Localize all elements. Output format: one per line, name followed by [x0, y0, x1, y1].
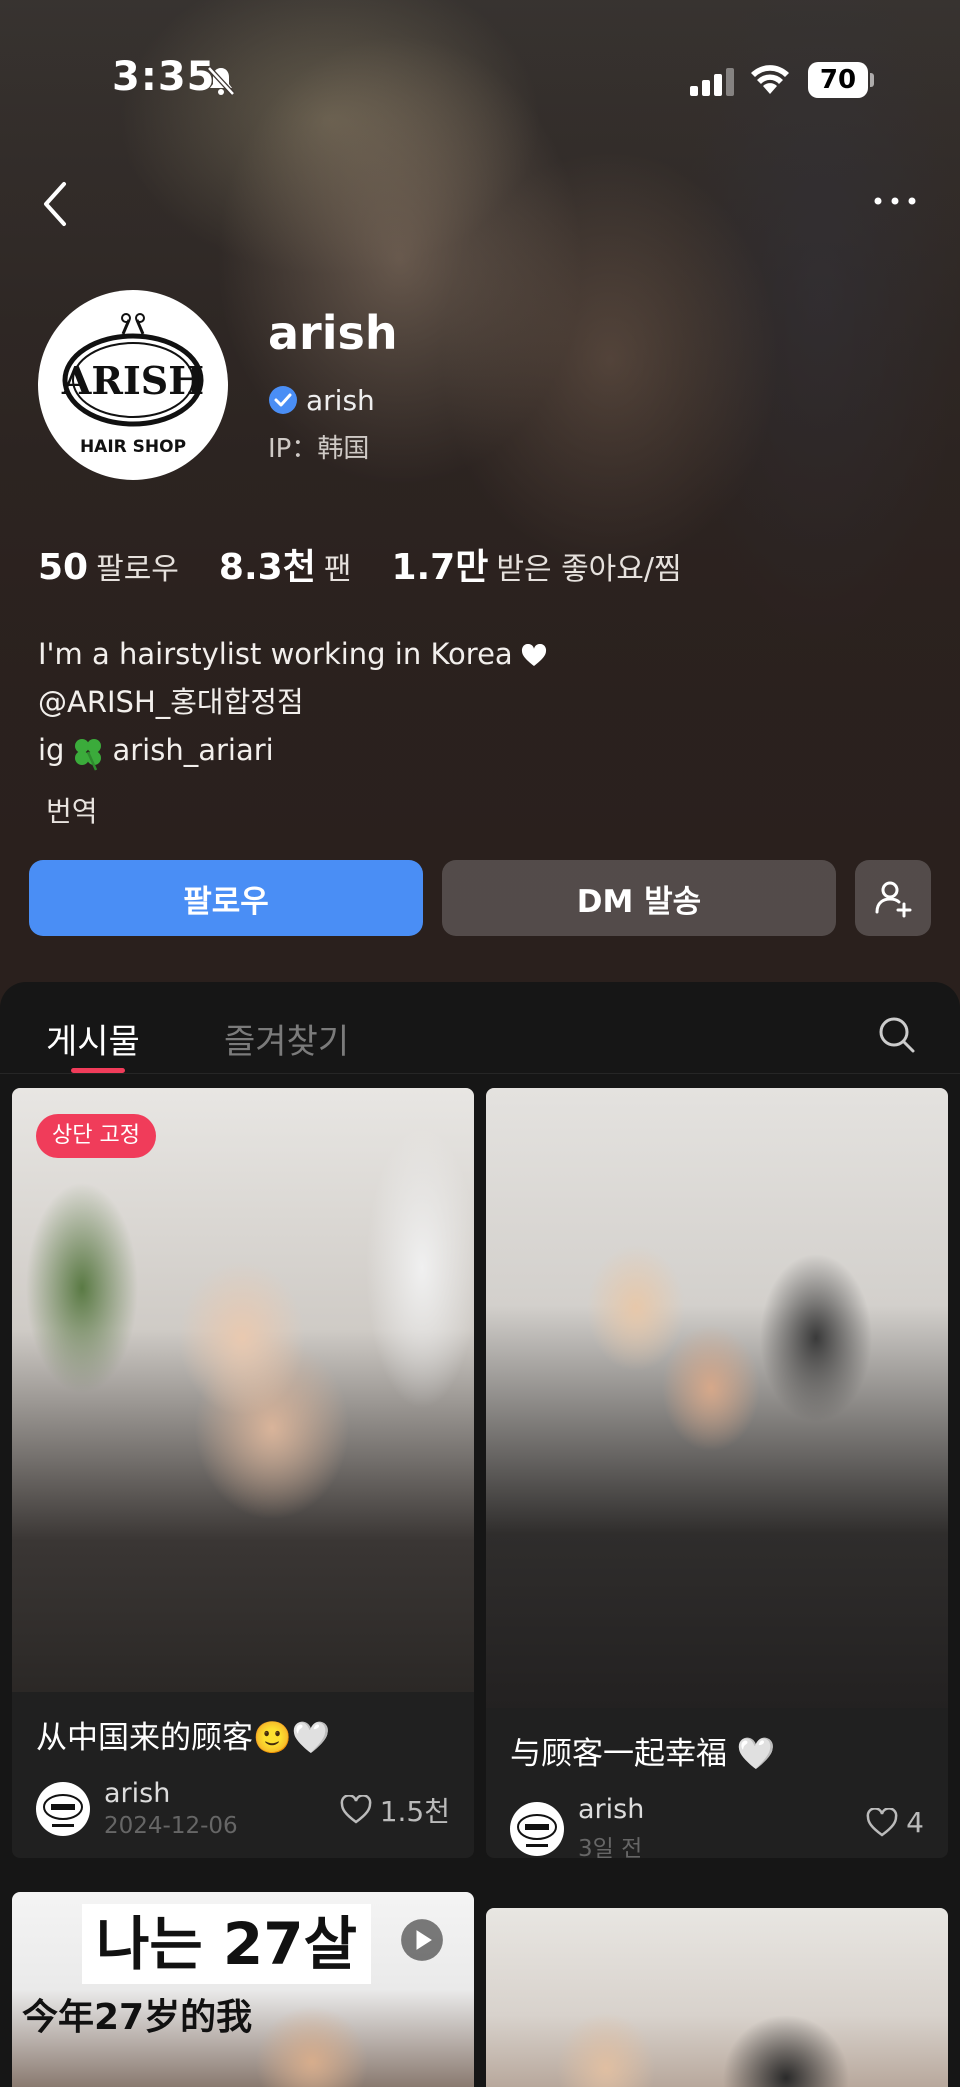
follow-button[interactable]: 팔로우 [29, 860, 423, 936]
battery-level: 70 [808, 62, 868, 98]
post-thumbnail [486, 1088, 948, 1708]
dm-button[interactable]: DM 발송 [442, 860, 836, 936]
post-thumbnail [12, 1088, 474, 1692]
verified-badge-icon [269, 386, 297, 414]
bio-line-3: ig arish_ariari [38, 726, 547, 774]
post-card[interactable]: 나는 27살 今年27岁的我 [12, 1892, 474, 2087]
likes-count: 1.5천 [379, 1795, 450, 1828]
post-likes[interactable]: 4 [866, 1806, 924, 1839]
stat-fans-value: 8.3천 [218, 547, 316, 588]
wifi-icon [751, 65, 789, 94]
post-author: arish 2024-12-06 [36, 1778, 238, 1839]
overlay-title: 나는 27살 [82, 1904, 371, 1984]
post-thumbnail [486, 1908, 948, 2087]
author-avatar [36, 1781, 90, 1836]
post-likes[interactable]: 1.5천 [340, 1790, 450, 1830]
post-caption: 从中国来的顾客🙂🤍 [36, 1720, 331, 1756]
svg-text:ARISH: ARISH [61, 358, 204, 403]
search-icon[interactable] [876, 1014, 916, 1054]
bio-line-1: I'm a hairstylist working in Korea [38, 630, 547, 678]
stat-likes-value: 1.7만 [391, 547, 489, 588]
stat-likes-label: 받은 좋아요/찜 [496, 552, 682, 587]
stat-likes[interactable]: 1.7만 받은 좋아요/찜 [391, 538, 681, 590]
author-name: arish [104, 1778, 171, 1809]
add-user-icon [875, 881, 912, 918]
stat-fans-label: 팬 [323, 552, 352, 587]
stat-fans[interactable]: 8.3천 팬 [219, 538, 352, 590]
status-time: 3:35 [112, 54, 216, 100]
content-panel: 게시물 즐겨찾기 상단 고정 从中国来的顾客🙂🤍 arish 2024-12-0… [0, 982, 960, 2087]
add-friend-button[interactable] [855, 860, 931, 936]
back-icon[interactable] [36, 176, 76, 232]
likes-count: 4 [906, 1806, 924, 1839]
verified-name: arish [306, 383, 375, 417]
post-card[interactable]: 상단 고정 从中国来的顾客🙂🤍 arish 2024-12-06 1.5천 [12, 1088, 474, 1858]
svg-text:HAIR SHOP: HAIR SHOP [80, 437, 186, 457]
author-avatar [510, 1801, 564, 1856]
tab-favorites[interactable]: 즐겨찾기 [224, 1014, 349, 1063]
clover-icon [75, 739, 102, 771]
more-options-icon[interactable] [870, 186, 920, 216]
author-name: arish [578, 1794, 645, 1825]
overlay-subtitle: 今年27岁的我 [22, 1997, 253, 2038]
tab-posts[interactable]: 게시물 [46, 1014, 140, 1063]
status-bar: 3:35 70 [0, 50, 960, 110]
tab-active-indicator [71, 1068, 125, 1073]
heart-outline-icon [340, 1795, 372, 1824]
stat-following[interactable]: 50 팔로우 [38, 544, 179, 588]
ip-location: IP：韩国 [268, 434, 370, 464]
profile-name: arish [268, 306, 398, 360]
white-heart-icon [521, 644, 546, 666]
stat-following-label: 팔로우 [96, 552, 179, 587]
stat-following-value: 50 [38, 547, 89, 588]
post-date: 2024-12-06 [104, 1813, 238, 1839]
profile-avatar[interactable]: ARISH HAIR SHOP [38, 290, 228, 480]
verified-row: arish [268, 380, 375, 420]
post-date: 3일 전 [578, 1836, 643, 1858]
battery-indicator: 70 [808, 62, 874, 98]
post-card[interactable]: 与顾客一起幸福 🤍 arish 3일 전 4 [486, 1088, 948, 1858]
post-card[interactable] [486, 1908, 948, 2087]
bio-line-2[interactable]: @ARISH_홍대합정점 [38, 678, 547, 726]
post-author: arish 3일 전 [510, 1794, 644, 1858]
post-caption: 与顾客一起幸福 🤍 [510, 1736, 776, 1772]
arish-logo: ARISH HAIR SHOP [61, 313, 204, 457]
video-play-icon [401, 1919, 443, 1961]
bell-muted-icon [207, 66, 235, 96]
translate-link[interactable]: 번역 [46, 790, 98, 830]
profile-bio: I'm a hairstylist working in Korea @ARIS… [38, 630, 547, 774]
profile-stats: 50 팔로우 8.3천 팬 1.7만 받은 좋아요/찜 [38, 538, 722, 590]
pinned-badge: 상단 고정 [36, 1114, 156, 1158]
heart-outline-icon [866, 1807, 898, 1837]
cellular-signal-icon [690, 68, 734, 96]
